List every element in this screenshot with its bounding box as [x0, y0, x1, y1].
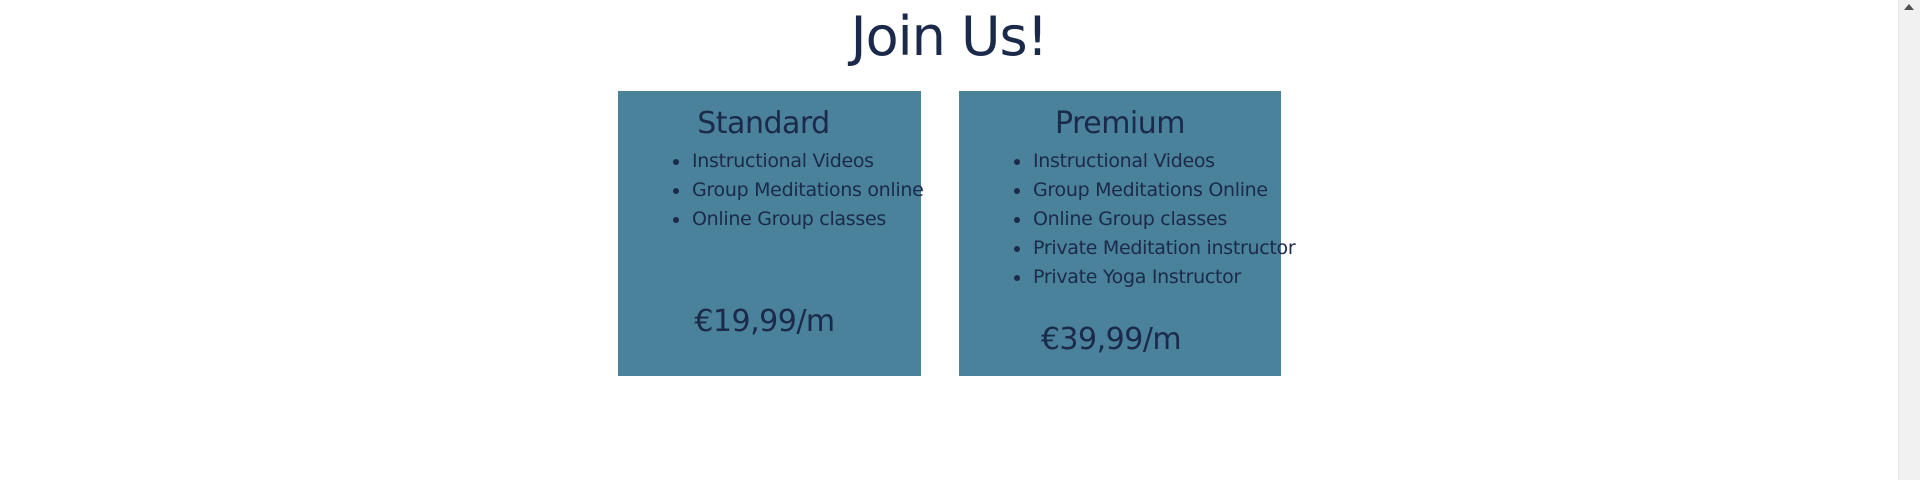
price-standard: €19,99/m	[694, 304, 835, 339]
feature-text: Group Meditations online	[692, 179, 924, 201]
feature-list-premium: Instructional Videos Group Meditations O…	[1013, 147, 1296, 292]
feature-text: Online Group classes	[1033, 208, 1227, 230]
plan-title-standard: Standard	[697, 106, 830, 141]
list-item: Private Yoga Instructor	[1013, 263, 1295, 292]
plan-title-premium: Premium	[1055, 106, 1186, 141]
plan-card-standard: Standard Instructional Videos Group Medi…	[618, 91, 924, 376]
bullet-dot-icon	[1014, 275, 1020, 281]
feature-text: Instructional Videos	[1033, 150, 1215, 172]
feature-text: Online Group classes	[692, 208, 886, 230]
feature-list-standard: Instructional Videos Group Meditations o…	[672, 147, 924, 234]
page-title: Join Us!	[850, 5, 1049, 68]
list-item: Online Group classes	[1013, 205, 1295, 234]
feature-text: Group Meditations Online	[1033, 179, 1268, 201]
feature-text: Private Yoga Instructor	[1033, 266, 1242, 288]
list-item: Private Meditation instructor	[1013, 234, 1296, 263]
bullet-dot-icon	[1014, 217, 1020, 223]
vertical-scrollbar[interactable]	[1898, 0, 1920, 480]
feature-text: Private Meditation instructor	[1033, 237, 1296, 259]
scroll-up-arrow-icon[interactable]	[1904, 4, 1914, 10]
plan-card-premium: Premium Instructional Videos Group Medit…	[959, 91, 1296, 376]
list-item: Instructional Videos	[672, 147, 924, 176]
bullet-dot-icon	[673, 188, 679, 194]
bullet-dot-icon	[673, 159, 679, 165]
list-item: Online Group classes	[672, 205, 924, 234]
list-item: Group Meditations Online	[1013, 176, 1295, 205]
bullet-dot-icon	[1014, 188, 1020, 194]
bullet-dot-icon	[1014, 246, 1020, 252]
feature-text: Instructional Videos	[692, 150, 874, 172]
list-item: Group Meditations online	[672, 176, 924, 205]
bullet-dot-icon	[1014, 159, 1020, 165]
bullet-dot-icon	[673, 217, 679, 223]
price-premium: €39,99/m	[1040, 322, 1182, 357]
list-item: Instructional Videos	[1013, 147, 1295, 176]
